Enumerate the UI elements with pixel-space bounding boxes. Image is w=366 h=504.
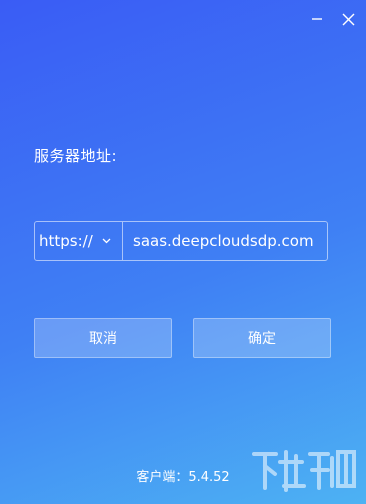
cancel-button[interactable]: 取消 [34, 318, 172, 358]
close-button[interactable] [337, 8, 359, 30]
watermark-logo-icon [252, 450, 356, 492]
protocol-value: https:// [39, 232, 93, 250]
dialog-window: 服务器地址: https:// 取消 确定 客户端：5.4.52 [0, 0, 366, 504]
server-address-row: https:// [34, 221, 328, 261]
server-address-label: 服务器地址: [34, 147, 118, 165]
protocol-select[interactable]: https:// [35, 222, 123, 260]
minimize-button[interactable] [306, 8, 328, 30]
server-host-input[interactable] [123, 222, 327, 260]
chevron-down-icon [102, 238, 111, 244]
close-icon [342, 13, 354, 25]
confirm-button[interactable]: 确定 [193, 318, 331, 358]
minimize-icon [312, 18, 322, 20]
